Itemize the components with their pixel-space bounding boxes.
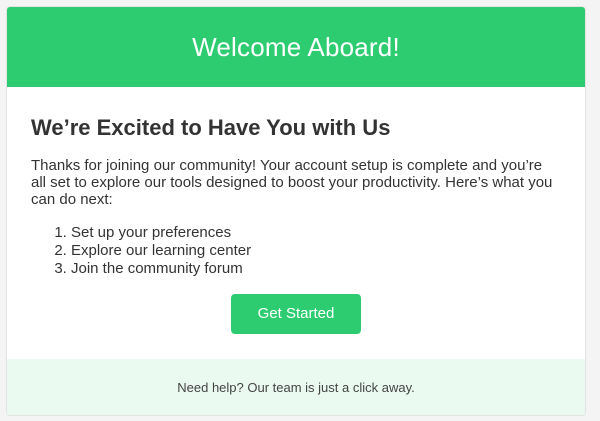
intro-paragraph: Thanks for joining our community! Your a… xyxy=(31,157,553,208)
email-body: We’re Excited to Have You with Us Thanks… xyxy=(7,87,585,334)
list-item: Join the community forum xyxy=(71,260,561,278)
list-item: Explore our learning center xyxy=(71,242,561,260)
email-header: Welcome Aboard! xyxy=(7,7,585,87)
get-started-button[interactable]: Get Started xyxy=(231,294,361,334)
welcome-heading: We’re Excited to Have You with Us xyxy=(31,115,391,140)
list-item: Set up your preferences xyxy=(71,224,561,242)
email-title: Welcome Aboard! xyxy=(192,31,400,62)
email-footer: Need help? Our team is just a click away… xyxy=(7,359,585,415)
next-steps-list: Set up your preferences Explore our lear… xyxy=(31,224,561,278)
footer-help-text: Need help? Our team is just a click away… xyxy=(177,379,415,395)
cta-container: Get Started xyxy=(31,294,561,334)
welcome-email-card: Welcome Aboard! We’re Excited to Have Yo… xyxy=(6,6,586,416)
